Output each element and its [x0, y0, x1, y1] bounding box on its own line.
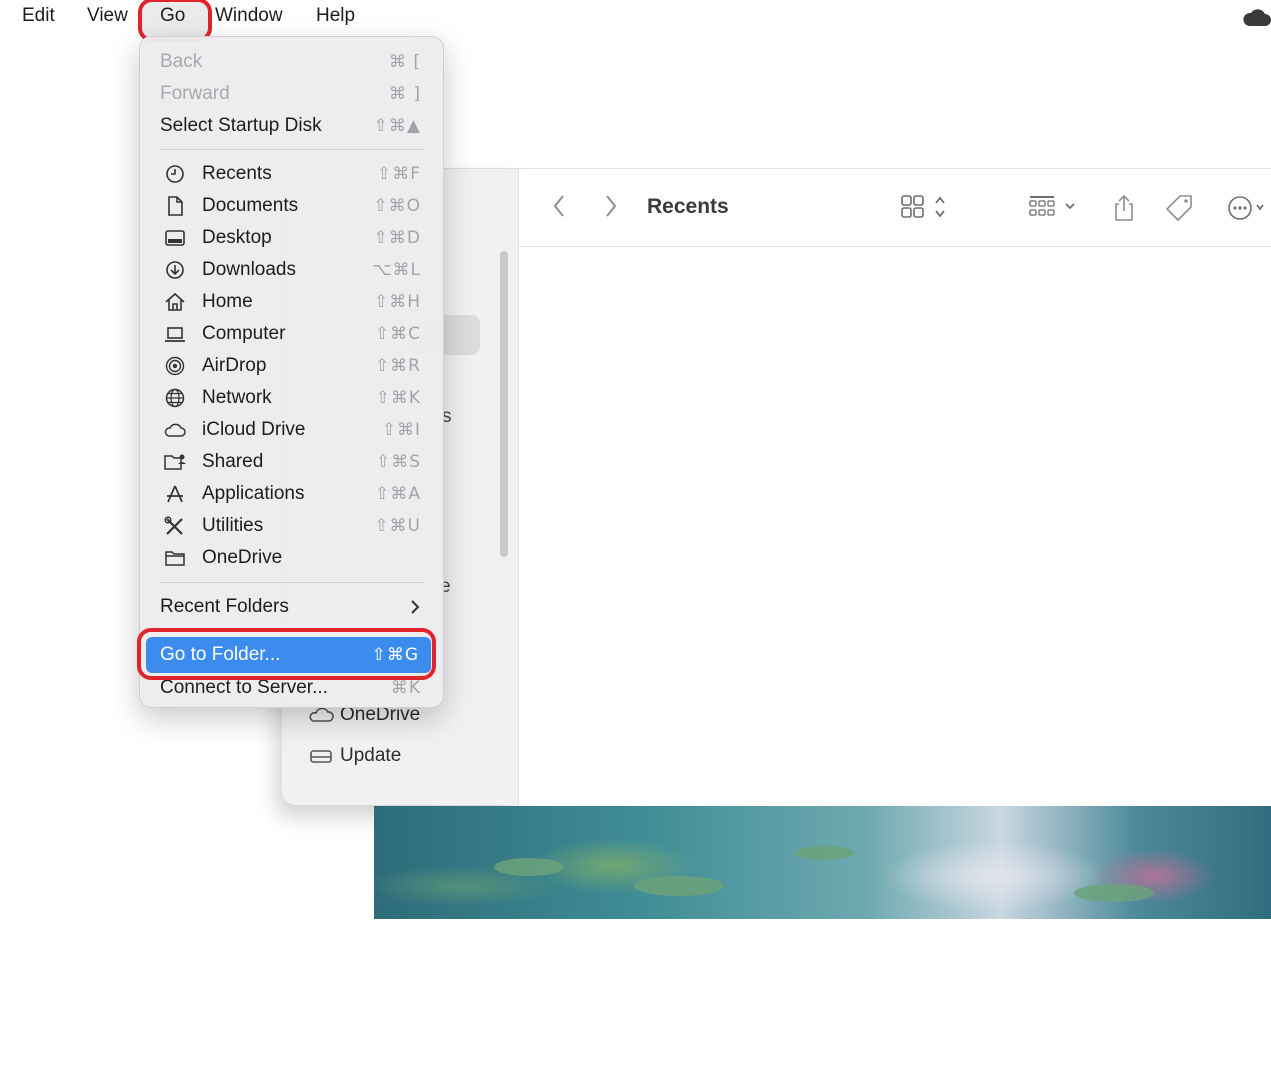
menu-item-network[interactable]: Network ⇧⌘K [140, 383, 443, 413]
tag-icon[interactable] [1165, 193, 1195, 223]
menu-item-shortcut: ⌘K [390, 678, 421, 698]
menu-item-label: Shared [202, 451, 264, 472]
menu-item-computer[interactable]: Computer ⇧⌘C [140, 319, 443, 349]
menu-item-shortcut: ⇧⌘S [375, 452, 421, 472]
menu-help[interactable]: Help [316, 5, 355, 27]
globe-icon [165, 388, 185, 408]
menu-item-shortcut: ⌘ [ [388, 52, 421, 72]
menu-item-applications[interactable]: Applications ⇧⌘A [140, 479, 443, 509]
menu-go[interactable]: Go [160, 5, 185, 27]
wallpaper-detail [634, 876, 724, 896]
window-title: Recents [647, 195, 729, 218]
menu-item-shortcut: ⇧⌘C [374, 324, 421, 344]
menu-view[interactable]: View [87, 5, 128, 27]
back-chevron-icon[interactable] [551, 193, 567, 219]
menu-item-shortcut: ⌘ ] [388, 84, 421, 104]
shared-folder-icon [164, 454, 186, 470]
menu-item-shortcut: ⇧⌘O [373, 196, 421, 216]
menu-item-shortcut: ⇧⌘D [373, 228, 421, 248]
menu-item-shared[interactable]: Shared ⇧⌘S [140, 447, 443, 477]
go-menu-dropdown: Back ⌘ [ Forward ⌘ ] Select Startup Disk… [139, 36, 444, 708]
menu-item-documents[interactable]: Documents ⇧⌘O [140, 191, 443, 221]
wallpaper-detail [794, 846, 854, 860]
menu-item-label: Home [202, 291, 253, 312]
wallpaper-detail [1074, 884, 1154, 902]
menu-item-icloud-drive[interactable]: iCloud Drive ⇧⌘I [140, 415, 443, 445]
sidebar-scrollbar[interactable] [500, 251, 508, 557]
menu-item-forward[interactable]: Forward ⌘ ] [140, 79, 443, 109]
more-actions-icon[interactable] [1227, 193, 1267, 223]
menu-item-back[interactable]: Back ⌘ [ [140, 47, 443, 77]
view-grid-icon[interactable] [900, 193, 952, 221]
menu-item-desktop[interactable]: Desktop ⇧⌘D [140, 223, 443, 253]
menu-item-shortcut: ⇧⌘H [373, 292, 421, 312]
wallpaper-detail [494, 858, 564, 876]
sidebar-item-update[interactable]: Update [308, 745, 401, 767]
menu-separator [160, 149, 424, 150]
menu-item-label: Applications [202, 483, 305, 504]
sidebar-item-label: Update [340, 745, 402, 766]
menu-item-utilities[interactable]: Utilities ⇧⌘U [140, 511, 443, 541]
menu-bar: Edit View Go Window Help [0, 0, 1271, 42]
desktop-wallpaper [374, 806, 1271, 919]
finder-toolbar: Recents [519, 169, 1271, 247]
menu-item-shortcut: ⌥⌘L [371, 260, 421, 280]
finder-content-area[interactable] [519, 247, 1271, 805]
airdrop-icon [165, 356, 185, 376]
folder-icon [165, 551, 185, 566]
cloud-icon [164, 423, 186, 437]
menu-item-label: iCloud Drive [202, 419, 306, 440]
desktop-icon [165, 230, 185, 246]
menu-item-shortcut: ⇧⌘R [374, 356, 421, 376]
share-icon[interactable] [1111, 193, 1137, 223]
onedrive-cloud-icon[interactable] [1241, 8, 1271, 28]
clock-icon [166, 165, 184, 183]
applications-icon [167, 485, 183, 503]
menu-item-recents[interactable]: Recents ⇧⌘F [140, 159, 443, 189]
menu-item-recent-folders[interactable]: Recent Folders [140, 592, 443, 622]
menu-separator [160, 582, 424, 583]
menu-item-label: OneDrive [202, 547, 283, 568]
menu-item-label: Select Startup Disk [160, 115, 322, 136]
menu-item-label: Network [202, 387, 272, 408]
menu-item-shortcut: ⇧⌘A [375, 484, 421, 504]
document-icon [168, 196, 183, 216]
drive-icon [310, 750, 332, 763]
home-icon [165, 292, 185, 311]
menu-item-label: Connect to Server... [160, 677, 328, 698]
menu-item-downloads[interactable]: Downloads ⌥⌘L [140, 255, 443, 285]
forward-chevron-icon[interactable] [603, 193, 619, 219]
menu-item-shortcut: ⇧⌘K [375, 388, 421, 408]
menu-item-shortcut: ⇧⌘▲ [373, 116, 421, 136]
menu-item-label: Recent Folders [160, 596, 289, 617]
menu-item-label: Recents [202, 163, 272, 184]
menu-item-label: Documents [202, 195, 299, 216]
utilities-icon [164, 516, 183, 535]
menu-item-label: Utilities [202, 515, 264, 536]
menu-item-shortcut: ⇧⌘I [381, 420, 421, 440]
chevron-right-icon [411, 600, 420, 614]
menu-window[interactable]: Window [215, 5, 283, 27]
menu-item-shortcut: ⇧⌘F [376, 164, 421, 184]
menu-item-label: Forward [160, 83, 230, 104]
go-to-folder-highlight-ring [137, 628, 436, 680]
menu-item-label: Computer [202, 323, 286, 344]
menu-item-label: Desktop [202, 227, 272, 248]
menu-item-label: Back [160, 51, 203, 72]
menu-item-shortcut: ⇧⌘U [374, 516, 421, 536]
group-by-icon[interactable] [1028, 193, 1084, 221]
laptop-icon [165, 327, 185, 342]
menu-item-home[interactable]: Home ⇧⌘H [140, 287, 443, 317]
menu-edit[interactable]: Edit [22, 5, 55, 27]
menu-item-airdrop[interactable]: AirDrop ⇧⌘R [140, 351, 443, 381]
cloud-icon [309, 707, 334, 722]
menu-item-select-startup-disk[interactable]: Select Startup Disk ⇧⌘▲ [140, 111, 443, 141]
menu-item-onedrive[interactable]: OneDrive [140, 543, 443, 573]
menu-item-label: AirDrop [202, 355, 267, 376]
download-icon [166, 261, 184, 279]
menu-item-label: Downloads [202, 259, 296, 280]
